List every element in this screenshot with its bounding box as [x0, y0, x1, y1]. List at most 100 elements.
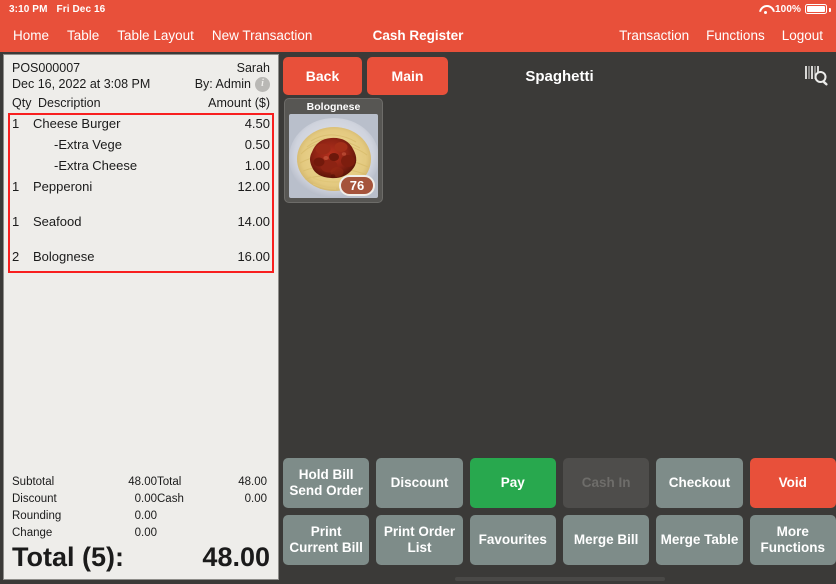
line-item-amount: 16.00 [237, 249, 270, 264]
line-item-description: Bolognese [33, 249, 95, 264]
button-label-line1: Merge Bill [573, 532, 639, 547]
hold-bill-send-order-button[interactable]: Hold Bill Send Order [283, 458, 370, 508]
receipt-totals: Subtotal 48.00 Discount 0.00 Rounding 0.… [4, 474, 278, 542]
line-item-amount: 4.50 [244, 116, 270, 131]
totals-label: Rounding [12, 510, 62, 522]
line-item-description: -Extra Vege [54, 137, 122, 152]
discount-button[interactable]: Discount [376, 458, 463, 508]
info-icon[interactable]: i [255, 76, 270, 92]
totals-value: 0.00 [134, 493, 157, 505]
button-label-line1: Print Order [383, 524, 456, 539]
button-label-line1: Merge Table [660, 532, 739, 547]
main-navigation-bar: Home Table Table Layout New Transaction … [0, 18, 836, 52]
totals-label: Subtotal [12, 476, 55, 488]
button-label-line1: Favourites [478, 532, 547, 547]
totals-row-cash: Cash 0.00 [157, 491, 267, 508]
receipt-header: POS000007 Sarah Dec 16, 2022 at 3:08 PM … [4, 55, 278, 94]
totals-row-change: Change 0.00 [12, 525, 157, 542]
totals-row-subtotal: Subtotal 48.00 [12, 474, 157, 491]
line-item-description: -Extra Cheese [54, 158, 138, 173]
receipt-header-line2: Dec 16, 2022 at 3:08 PM By: Admin i [12, 76, 270, 92]
receipt-line-item-modifier[interactable]: -Extra Cheese 1.00 [12, 155, 270, 176]
product-grid: Bolognese 76 [283, 98, 836, 450]
receipt-items-list: 1 Cheese Burger 4.50 -Extra Vege 0.50 -E… [4, 113, 278, 281]
status-right-cluster: 100% [759, 4, 831, 15]
button-label-line1: Void [778, 475, 807, 490]
nav-item-transaction[interactable]: Transaction [619, 28, 689, 43]
button-label-line1: Print [310, 524, 342, 539]
nav-item-table-layout[interactable]: Table Layout [117, 28, 194, 43]
nav-item-table[interactable]: Table [67, 28, 99, 43]
button-label-line2: Current Bill [289, 540, 363, 555]
receipt-line-item[interactable]: 2 Bolognese 16.00 [12, 246, 270, 281]
receipt-panel: POS000007 Sarah Dec 16, 2022 at 3:08 PM … [3, 54, 279, 580]
cash-in-button: Cash In [562, 458, 650, 508]
pay-button[interactable]: Pay [469, 458, 556, 508]
line-item-description: Pepperoni [33, 179, 93, 194]
line-item-amount: 14.00 [237, 214, 270, 229]
nav-item-logout[interactable]: Logout [782, 28, 823, 43]
receipt-datetime: Dec 16, 2022 at 3:08 PM [12, 77, 151, 91]
nav-item-functions[interactable]: Functions [706, 28, 765, 43]
totals-value: 0.00 [134, 527, 157, 539]
receipt-operator: By: Admin [194, 77, 251, 91]
action-row-2: Print Current Bill Print Order List Favo… [283, 515, 836, 565]
grand-total-row: Total (5): 48.00 [4, 542, 278, 579]
back-button[interactable]: Back [283, 57, 362, 95]
button-label-line1: Cash In [581, 475, 631, 490]
receipt-line-item[interactable]: 1 Cheese Burger 4.50 [12, 113, 270, 134]
line-item-qty: 2 [12, 249, 20, 264]
merge-table-button[interactable]: Merge Table [656, 515, 743, 565]
favourites-button[interactable]: Favourites [469, 515, 556, 565]
pos-app-window: 3:10 PM Fri Dec 16 100% Home Table Table… [0, 0, 836, 584]
button-label-line1: Discount [390, 475, 449, 490]
nav-item-new-transaction[interactable]: New Transaction [212, 28, 313, 43]
status-date: Fri Dec 16 [56, 3, 106, 15]
totals-label: Change [12, 527, 53, 539]
line-item-description: Cheese Burger [33, 116, 121, 131]
merge-bill-button[interactable]: Merge Bill [562, 515, 650, 565]
column-header-description: Description [38, 96, 101, 110]
status-time: 3:10 PM [9, 3, 48, 15]
nav-item-home[interactable]: Home [13, 28, 49, 43]
product-stock-badge: 76 [339, 175, 375, 196]
receipt-column-headers: Qty Description Amount ($) [4, 94, 278, 113]
button-label-line1: Hold Bill [298, 467, 354, 482]
category-toolbar: Back Main Spaghetti [283, 54, 836, 98]
nav-right-group: Transaction Functions Logout [619, 28, 823, 43]
button-label-line1: More [776, 524, 809, 539]
totals-left-column: Subtotal 48.00 Discount 0.00 Rounding 0.… [12, 474, 157, 542]
print-order-list-button[interactable]: Print Order List [376, 515, 463, 565]
column-header-qty: Qty [12, 96, 32, 110]
action-buttons: Hold Bill Send Order Discount Pay Cash I… [283, 458, 836, 572]
receipt-line-item[interactable]: 1 Pepperoni 12.00 [12, 176, 270, 211]
main-button[interactable]: Main [367, 57, 448, 95]
totals-label: Total [157, 476, 182, 488]
print-current-bill-button[interactable]: Print Current Bill [283, 515, 370, 565]
nav-left-group: Home Table Table Layout New Transaction [13, 28, 312, 43]
checkout-button[interactable]: Checkout [656, 458, 743, 508]
more-functions-button[interactable]: More Functions [749, 515, 836, 565]
barcode-search-icon[interactable] [804, 64, 830, 88]
button-label-line1: Pay [500, 475, 525, 490]
totals-value: 0.00 [244, 493, 267, 505]
action-row-1: Hold Bill Send Order Discount Pay Cash I… [283, 458, 836, 508]
totals-value: 0.00 [134, 510, 157, 522]
button-label-line2: List [407, 540, 432, 555]
receipt-operator-group: By: Admin i [195, 76, 270, 92]
product-tile-bolognese[interactable]: Bolognese 76 [284, 98, 383, 203]
button-label-line2: Send Order [289, 483, 363, 498]
totals-value: 48.00 [238, 476, 267, 488]
right-pane: Back Main Spaghetti Bolognese 76 Hold Bi… [283, 54, 836, 584]
receipt-line-item[interactable]: 1 Seafood 14.00 [12, 211, 270, 246]
void-button[interactable]: Void [749, 458, 836, 508]
line-item-qty: 1 [12, 116, 20, 131]
line-item-amount: 1.00 [244, 158, 270, 173]
receipt-line-item-modifier[interactable]: -Extra Vege 0.50 [12, 134, 270, 155]
line-item-amount: 0.50 [244, 137, 270, 152]
button-label-line1: Checkout [668, 475, 731, 490]
totals-value: 48.00 [128, 476, 157, 488]
totals-grid: Subtotal 48.00 Discount 0.00 Rounding 0.… [12, 474, 270, 542]
totals-row-total: Total 48.00 [157, 474, 267, 491]
totals-row-discount: Discount 0.00 [12, 491, 157, 508]
